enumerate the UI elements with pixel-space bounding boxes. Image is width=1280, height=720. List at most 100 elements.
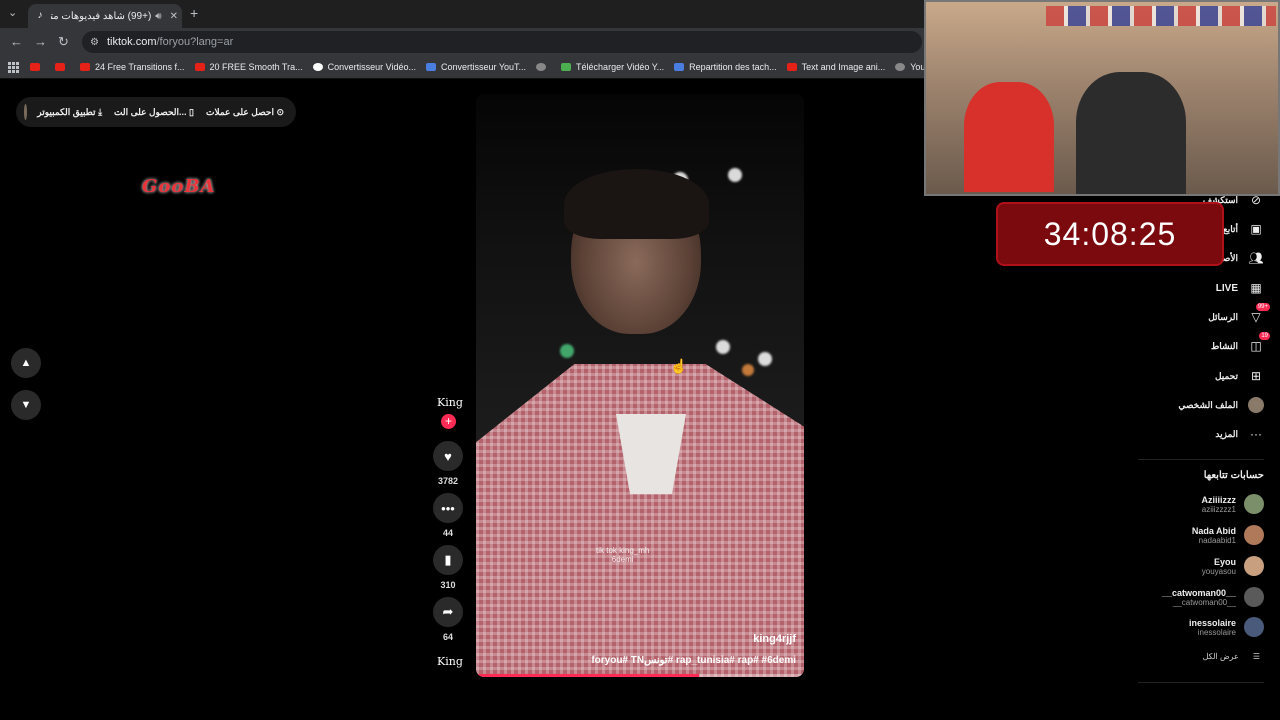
video-watermark: tik tok king_mh 6demi xyxy=(596,546,650,564)
desktop-app-link[interactable]: تطبيق الكمبيوتر ⤓ xyxy=(37,107,102,118)
globe-icon xyxy=(895,63,906,71)
sidebar-divider xyxy=(1138,459,1264,460)
youtube-icon xyxy=(194,63,205,71)
activity-icon: ◫ 19 xyxy=(1250,332,1270,353)
download-icon xyxy=(561,63,572,71)
video-hashtags[interactable]: foryou# TNتونس# rap_tunisia# rap# #6demi xyxy=(591,655,796,666)
bookmark-item[interactable]: Télécharger Vidéo Y... xyxy=(561,62,664,72)
bookmark-item[interactable] xyxy=(55,63,70,71)
video-progress-bar[interactable] xyxy=(476,674,804,677)
sidebar-item-activity[interactable]: النشاط ◫ 19 xyxy=(1211,332,1270,354)
avatar xyxy=(1244,617,1264,637)
sidebar-item-upload[interactable]: تحميل ⊞ xyxy=(1215,368,1264,384)
speaker-icon[interactable]: 🔊︎ xyxy=(155,11,161,22)
tab-search-icon[interactable]: ⌄ xyxy=(8,6,17,19)
sidebar-item-messages[interactable]: الرسائل ▽ 99+ xyxy=(1208,303,1270,325)
google-icon xyxy=(312,63,323,71)
followed-account[interactable]: inessolaire inessolaire xyxy=(1189,617,1264,637)
get-coins-link[interactable]: احصل على عملات ⊙ xyxy=(206,107,284,118)
tab-title: (+99) شاهد فيديوهات متصدرة xyxy=(51,10,152,22)
url-host: tiktok.com xyxy=(106,36,157,48)
bookmark-item[interactable] xyxy=(30,63,45,71)
sound-disc[interactable]: King xyxy=(437,655,463,668)
video-author[interactable]: king4rjjf xyxy=(753,633,796,645)
bokeh-light xyxy=(728,168,742,182)
list-icon: ☰ xyxy=(1252,652,1260,661)
bookmark-icon: ▮ xyxy=(444,552,452,567)
messages-badge: 99+ xyxy=(1255,303,1270,311)
youtube-icon xyxy=(55,63,65,71)
like-button[interactable]: ♥ xyxy=(433,441,463,471)
followed-account[interactable]: Nada Abid nadaabid1 xyxy=(1192,525,1264,545)
comment-count: 44 xyxy=(442,528,453,538)
save-button[interactable]: ▮ xyxy=(433,545,463,575)
bookmark-item[interactable]: Convertisseur Vidéo... xyxy=(312,62,416,72)
upload-icon: ⊞ xyxy=(1250,369,1262,383)
follow-plus-button[interactable]: + xyxy=(441,414,456,429)
comment-icon: ••• xyxy=(441,500,455,516)
followed-account[interactable]: __catwoman00__ __catwoman00__ xyxy=(1162,587,1264,607)
share-button[interactable]: ➦ xyxy=(433,597,463,627)
show-all-link[interactable]: عرض الكل ☰ xyxy=(1203,652,1260,661)
heart-icon: ♥ xyxy=(444,448,452,464)
avatar xyxy=(1244,525,1264,545)
bookmark-item[interactable] xyxy=(536,63,551,71)
chevron-up-icon: ▲ xyxy=(20,357,32,369)
bookmark-item[interactable]: 20 FREE Smooth Tra... xyxy=(194,62,303,72)
bokeh-light xyxy=(560,344,574,358)
bookmark-item[interactable]: Text and Image ani... xyxy=(786,62,885,72)
followed-account[interactable]: Eyou youyasou xyxy=(1202,556,1264,576)
docs-icon xyxy=(674,63,685,71)
plaid-shirt xyxy=(476,364,804,677)
streamer-left xyxy=(964,82,1054,192)
address-bar[interactable]: ⚙ tiktok.com /foryou?lang=ar xyxy=(82,31,922,53)
reload-icon[interactable]: ↻ xyxy=(58,34,69,50)
video-player[interactable]: tik tok king_mh 6demi king4rjjf foryou# … xyxy=(476,94,804,677)
youtube-icon xyxy=(30,63,40,71)
bookmark-item[interactable]: 24 Free Transitions f... xyxy=(80,62,185,72)
bookmark-item[interactable]: Repartition des tach... xyxy=(674,62,777,72)
activity-badge: 19 xyxy=(1259,332,1270,340)
sidebar-item-live[interactable]: LIVE ▦ xyxy=(1216,280,1264,296)
close-tab-icon[interactable]: ✕ xyxy=(170,11,178,22)
sidebar-item-following[interactable]: أتابع ▣ xyxy=(1223,221,1264,237)
sidebar-item-more[interactable]: المزيد ··· xyxy=(1215,426,1264,442)
like-count: 3782 xyxy=(437,476,459,486)
get-app-link[interactable]: الحصول على الت... ▯ xyxy=(114,107,194,118)
youtube-icon xyxy=(786,63,797,71)
comment-button[interactable]: ••• xyxy=(433,493,463,523)
followed-account[interactable]: Aziiiizzz aziiizzzz1 xyxy=(1201,494,1264,514)
friends-icon: 👥︎ xyxy=(1248,251,1264,265)
streamer-right xyxy=(1076,72,1186,194)
bokeh-light xyxy=(758,352,772,366)
previous-video-button[interactable]: ▲ xyxy=(11,348,41,378)
site-info-icon[interactable]: ⚙ xyxy=(90,37,99,48)
creator-avatar[interactable]: King xyxy=(437,396,463,409)
sidebar-item-profile[interactable]: الملف الشخصي xyxy=(1178,397,1264,413)
bookmark-item[interactable]: Convertisseur YouT... xyxy=(425,62,526,72)
avatar xyxy=(1244,494,1264,514)
new-tab-icon[interactable]: + xyxy=(190,5,198,21)
video-progress-fill xyxy=(476,674,700,677)
following-accounts-header: حسابات تتابعها xyxy=(1203,470,1264,481)
avatar[interactable] xyxy=(24,104,28,120)
save-count: 310 xyxy=(440,580,456,590)
messages-icon: ▽ 99+ xyxy=(1251,303,1270,324)
forward-icon[interactable]: → xyxy=(34,34,47,49)
apps-icon[interactable] xyxy=(8,62,19,73)
profile-icon xyxy=(1248,397,1264,413)
bokeh-light xyxy=(742,364,754,376)
back-icon[interactable]: ← xyxy=(10,34,23,49)
sidebar-divider xyxy=(1138,682,1264,683)
browser-tab[interactable]: ♪ (+99) شاهد فيديوهات متصدرة 🔊︎ ✕ xyxy=(28,4,182,28)
avatar xyxy=(1244,587,1264,607)
share-count: 64 xyxy=(442,632,453,642)
chevron-down-icon: ▼ xyxy=(20,399,32,411)
next-video-button[interactable]: ▼ xyxy=(11,390,41,420)
webcam-overlay xyxy=(924,0,1280,196)
hand-cursor-icon: ☝ xyxy=(670,358,688,374)
stream-timer: 34:08:25 xyxy=(996,202,1224,266)
top-actions-bar: تطبيق الكمبيوتر ⤓ الحصول على الت... ▯ اح… xyxy=(16,97,296,127)
stream-brand-logo: GooBA xyxy=(142,176,216,197)
converter-icon xyxy=(425,63,436,71)
